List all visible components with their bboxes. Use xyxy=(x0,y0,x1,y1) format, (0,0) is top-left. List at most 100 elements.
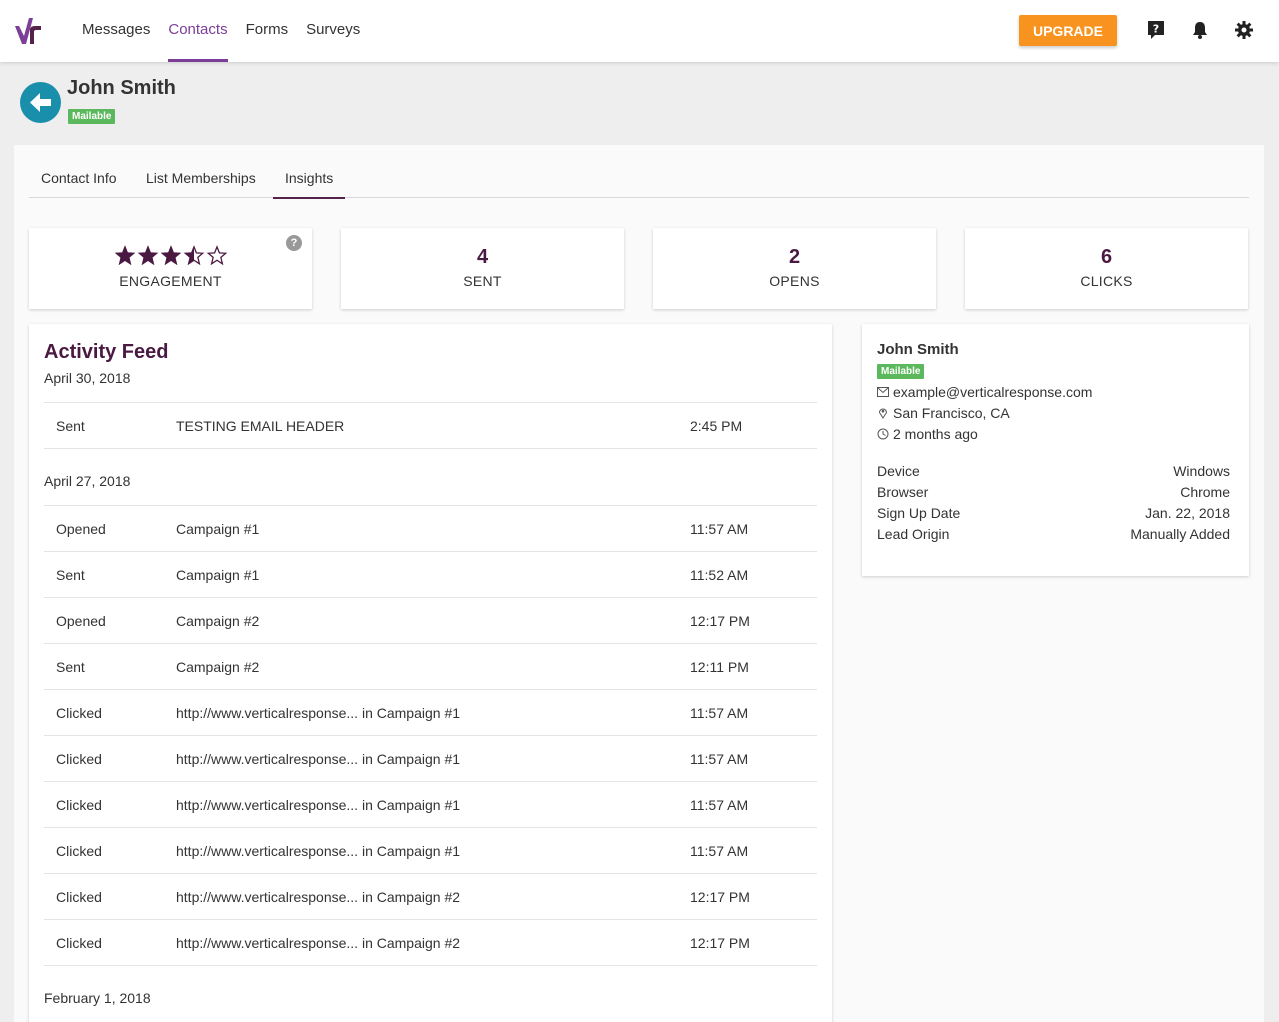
detail-key: Lead Origin xyxy=(877,526,950,542)
feed-row: Sent Campaign #1 11:52 AM xyxy=(44,551,817,597)
detail-key: Device xyxy=(877,463,920,479)
nav-surveys[interactable]: Surveys xyxy=(306,0,360,62)
feed-activity-time: 11:57 AM xyxy=(690,797,749,813)
feed-activity-time: 11:52 AM xyxy=(690,567,749,583)
feed-activity-description[interactable]: http://www.verticalresponse... in Campai… xyxy=(176,935,460,951)
feed-divider xyxy=(44,965,817,966)
star-full-icon xyxy=(160,245,181,266)
summary-email-line: example@verticalresponse.com xyxy=(877,384,1092,400)
feed-row: Opened Campaign #2 12:17 PM xyxy=(44,597,817,643)
feed-activity-description[interactable]: Campaign #2 xyxy=(176,613,259,629)
feed-activity-type: Clicked xyxy=(56,889,102,905)
tab-contact-info[interactable]: Contact Info xyxy=(29,145,129,198)
feed-activity-time: 12:17 PM xyxy=(690,613,750,629)
feed-activity-description[interactable]: http://www.verticalresponse... in Campai… xyxy=(176,843,460,859)
activity-feed: Activity Feed April 30, 2018 Sent TESTING … xyxy=(29,324,832,1022)
opens-label: OPENS xyxy=(769,273,820,289)
feed-activity-description[interactable]: Campaign #1 xyxy=(176,567,259,583)
contact-summary-card: John Smith Mailable example@verticalresp… xyxy=(862,324,1249,576)
tab-insights[interactable]: Insights xyxy=(273,145,346,199)
feed-activity-description[interactable]: http://www.verticalresponse... in Campai… xyxy=(176,797,460,813)
detail-value: Windows xyxy=(1173,463,1230,479)
feed-activity-time: 12:11 PM xyxy=(690,659,749,675)
feed-row: Sent Campaign #2 12:11 PM xyxy=(44,643,817,689)
detail-key: Browser xyxy=(877,484,929,500)
feed-activity-type: Clicked xyxy=(56,797,102,813)
feed-activity-description[interactable]: http://www.verticalresponse... in Campai… xyxy=(176,889,460,905)
activity-feed-title: Activity Feed xyxy=(44,341,169,363)
feed-activity-type: Clicked xyxy=(56,751,102,767)
engagement-label: ENGAGEMENT xyxy=(119,273,222,289)
feed-activity-type: Sent xyxy=(56,567,85,583)
feed-activity-description[interactable]: Campaign #1 xyxy=(176,521,259,537)
svg-text:?: ? xyxy=(1153,23,1159,36)
status-badge: Mailable xyxy=(68,109,116,124)
clicks-label: CLICKS xyxy=(1080,273,1133,289)
gear-icon[interactable] xyxy=(1234,20,1254,40)
feed-row: Clicked http://www.verticalresponse... in… xyxy=(44,827,817,873)
back-button[interactable] xyxy=(20,82,61,123)
tab-list-memberships[interactable]: List Memberships xyxy=(134,145,268,198)
feed-activity-time: 11:57 AM xyxy=(690,705,749,721)
summary-location-line: San Francisco, CA xyxy=(877,405,1010,421)
nav-messages[interactable]: Messages xyxy=(82,0,150,62)
feed-activity-type: Opened xyxy=(56,613,106,629)
clicks-count: 6 xyxy=(1100,246,1113,268)
summary-status-badge: Mailable xyxy=(877,364,925,379)
feed-row: Opened Campaign #1 11:57 AM xyxy=(44,505,817,551)
nav-forms[interactable]: Forms xyxy=(246,0,289,62)
arrow-left-icon xyxy=(30,93,51,112)
star-empty-icon xyxy=(206,245,227,266)
feed-activity-time: 11:57 AM xyxy=(690,751,749,767)
feed-activity-type: Clicked xyxy=(56,935,102,951)
feed-activity-time: 11:57 AM xyxy=(690,521,749,537)
opens-count: 2 xyxy=(788,246,801,268)
engagement-stars xyxy=(29,245,312,269)
feed-activity-description[interactable]: Campaign #2 xyxy=(176,659,259,675)
sent-label: SENT xyxy=(463,273,502,289)
feed-activity-type: Opened xyxy=(56,521,106,537)
clock-icon xyxy=(877,428,889,440)
feed-activity-type: Sent xyxy=(56,418,85,434)
help-question-icon[interactable]: ? xyxy=(1146,20,1166,40)
feed-date-label: April 27, 2018 xyxy=(44,473,131,489)
nav-contacts[interactable]: Contacts xyxy=(168,0,228,62)
feed-date-label: April 30, 2018 xyxy=(44,370,131,386)
summary-name: John Smith xyxy=(877,341,959,358)
feed-activity-description[interactable]: http://www.verticalresponse... in Campai… xyxy=(176,705,460,721)
summary-location: San Francisco, CA xyxy=(893,405,1010,421)
feed-activity-description[interactable]: http://www.verticalresponse... in Campai… xyxy=(176,751,460,767)
summary-activity-line: 2 months ago xyxy=(877,426,978,442)
bell-icon[interactable] xyxy=(1190,20,1210,40)
contact-panel: Contact Info List Memberships Insights E… xyxy=(14,145,1264,1022)
sent-card: 4 SENT xyxy=(341,228,624,309)
feed-activity-time: 11:57 AM xyxy=(690,843,749,859)
star-full-icon xyxy=(114,245,135,266)
engagement-card: ENGAGEMENT ? xyxy=(29,228,312,309)
upgrade-button[interactable]: UPGRADE xyxy=(1019,15,1117,46)
main-nav: Messages Contacts Forms Surveys xyxy=(82,0,378,62)
feed-date-label: February 1, 2018 xyxy=(44,990,151,1006)
feed-row: Clicked http://www.verticalresponse... in… xyxy=(44,781,817,827)
detail-value: Manually Added xyxy=(1130,526,1230,542)
clicks-card: 6 CLICKS xyxy=(965,228,1248,309)
feed-row: Clicked http://www.verticalresponse... in… xyxy=(44,735,817,781)
feed-activity-type: Clicked xyxy=(56,843,102,859)
page-title: John Smith xyxy=(67,77,176,99)
feed-row: Clicked http://www.verticalresponse... in… xyxy=(44,873,817,919)
feed-activity-type: Sent xyxy=(56,659,85,675)
envelope-icon xyxy=(877,387,889,397)
sent-count: 4 xyxy=(476,246,489,268)
question-circle-icon[interactable]: ? xyxy=(286,235,302,251)
detail-value: Jan. 22, 2018 xyxy=(1145,505,1230,521)
vr-logo-icon[interactable] xyxy=(13,12,45,48)
star-half-icon xyxy=(183,245,204,266)
feed-activity-description[interactable]: TESTING EMAIL HEADER xyxy=(176,418,344,434)
feed-divider xyxy=(44,448,817,449)
contact-tabs: Contact Info List Memberships Insights xyxy=(29,145,1249,199)
summary-last-activity: 2 months ago xyxy=(893,426,978,442)
star-full-icon xyxy=(137,245,158,266)
opens-card: 2 OPENS xyxy=(653,228,936,309)
map-pin-icon xyxy=(878,408,888,419)
summary-email[interactable]: example@verticalresponse.com xyxy=(893,384,1092,400)
